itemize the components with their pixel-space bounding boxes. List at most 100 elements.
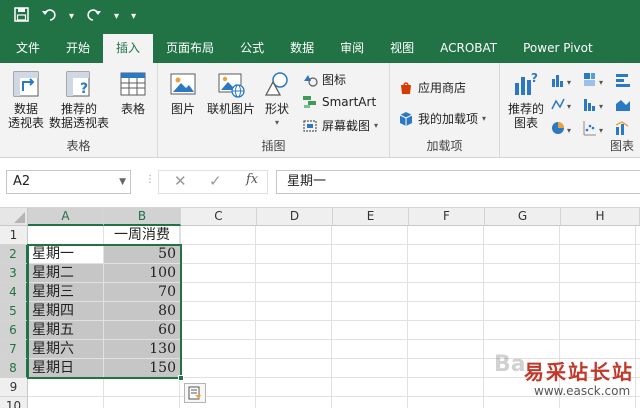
store-button[interactable]: 应用商店 [398, 79, 466, 96]
pivot-table-icon [13, 71, 39, 97]
column-header-a[interactable]: A [28, 208, 104, 226]
group-illustrations-label: 插图 [261, 139, 286, 153]
cell-a2[interactable]: 星期一 [28, 245, 104, 264]
name-box[interactable]: A2 ▼ [6, 170, 131, 194]
row-header-7[interactable]: 7 [0, 340, 28, 359]
group-tables: 数据 透视表 ? 推荐的 数据透视表 表格 表格 [0, 63, 158, 158]
row-header-1[interactable]: 1 [0, 226, 28, 245]
statistic-chart-icon[interactable]: ▾ [582, 95, 610, 113]
row-header-9[interactable]: 9 [0, 378, 28, 397]
formula-input[interactable]: 星期一 [276, 170, 640, 194]
my-addins-dropdown-icon: ▾ [482, 114, 487, 123]
tab-power-pivot[interactable]: Power Pivot [510, 34, 606, 63]
column-header-c[interactable]: C [181, 208, 257, 226]
redo-icon[interactable] [86, 0, 102, 34]
column-header-d[interactable]: D [257, 208, 333, 226]
svg-text:▾: ▾ [599, 78, 603, 87]
cell-b7[interactable]: 130 [104, 340, 181, 359]
tab-file[interactable]: 文件 [0, 34, 53, 63]
row-header-10[interactable]: 10 [0, 397, 28, 408]
cell-b8[interactable]: 150 [104, 359, 181, 378]
tab-page-layout[interactable]: 页面布局 [153, 34, 227, 63]
customize-quick-access-icon[interactable]: ▾ [131, 0, 136, 34]
group-charts-label: 图表 [609, 139, 634, 153]
insert-function-icon[interactable]: fx [246, 172, 258, 187]
formula-bar: A2 ▼ ⋮ ✕ ✓ fx 星期一 [0, 158, 640, 208]
fill-handle[interactable] [178, 375, 184, 381]
cell-a3[interactable]: 星期二 [28, 264, 104, 283]
svg-text:▾: ▾ [567, 126, 571, 135]
cell-b4[interactable]: 70 [104, 283, 181, 302]
area-chart-icon[interactable] [614, 95, 640, 113]
column-header-e[interactable]: E [333, 208, 409, 226]
row-header-3[interactable]: 3 [0, 264, 28, 283]
column-header-h[interactable]: H [561, 208, 640, 226]
row-header-6[interactable]: 6 [0, 321, 28, 340]
bar-chart-icon[interactable] [614, 71, 640, 89]
watermark: Ba 易采站长站 www.easck.com [494, 352, 640, 408]
select-all-corner[interactable] [0, 208, 28, 226]
row-header-2[interactable]: 2 [0, 245, 28, 264]
recommended-pivot-button[interactable]: ? 推荐的 数据透视表 [46, 69, 112, 130]
cell-b2[interactable]: 50 [104, 245, 181, 264]
undo-dropdown-icon[interactable]: ▾ [69, 0, 74, 34]
online-picture-button[interactable]: 联机图片 [204, 69, 258, 116]
quick-analysis-button[interactable] [184, 383, 206, 403]
pivot-table-button[interactable]: 数据 透视表 [4, 69, 48, 130]
column-header-g[interactable]: G [485, 208, 561, 226]
cell-a7[interactable]: 星期六 [28, 340, 104, 359]
row-header-5[interactable]: 5 [0, 302, 28, 321]
cell-a8[interactable]: 星期日 [28, 359, 104, 378]
icons-button[interactable]: 图标 [302, 71, 346, 88]
row-header-4[interactable]: 4 [0, 283, 28, 302]
shapes-label: 形状 [264, 102, 289, 116]
tab-home[interactable]: 开始 [53, 34, 103, 63]
cell-a5[interactable]: 星期四 [28, 302, 104, 321]
combo-chart-icon[interactable] [614, 119, 640, 137]
svg-text:▾: ▾ [599, 126, 603, 135]
enter-icon[interactable]: ✓ [209, 172, 222, 190]
tab-view[interactable]: 视图 [377, 34, 427, 63]
cell-b1[interactable]: 一周消费 [104, 226, 181, 245]
smartart-button[interactable]: SmartArt [302, 94, 376, 110]
cell-b3[interactable]: 100 [104, 264, 181, 283]
store-icon [401, 81, 411, 94]
online-picture-icon [218, 73, 245, 98]
tab-formulas[interactable]: 公式 [227, 34, 277, 63]
hierarchy-chart-icon[interactable]: ▾ [582, 71, 610, 89]
save-icon[interactable] [14, 0, 29, 34]
formula-bar-grip-icon[interactable]: ⋮ [145, 174, 155, 185]
pivot-table-label-1: 数据 [13, 102, 38, 116]
tab-review[interactable]: 审阅 [327, 34, 377, 63]
group-charts: ? 推荐的 图表 ▾ ▾ ▾ ▾ ▾ ▾ 图表 [500, 63, 640, 158]
column-header-b[interactable]: B [104, 208, 181, 226]
table-label: 表格 [120, 102, 145, 116]
tab-acrobat[interactable]: ACROBAT [427, 34, 510, 63]
my-addins-button[interactable]: 我的加载项 ▾ [398, 110, 486, 127]
table-button[interactable]: 表格 [114, 69, 152, 116]
cell-a1[interactable] [28, 226, 104, 245]
column-chart-icon[interactable]: ▾ [550, 71, 578, 89]
cell-b5[interactable]: 80 [104, 302, 181, 321]
cell-a4[interactable]: 星期三 [28, 283, 104, 302]
screenshot-button[interactable]: 屏幕截图 ▾ [302, 117, 378, 134]
redo-dropdown-icon[interactable]: ▾ [114, 0, 119, 34]
table-icon [120, 72, 146, 96]
picture-button[interactable]: 图片 [166, 69, 200, 116]
recommended-charts-button[interactable]: ? 推荐的 图表 [506, 69, 546, 130]
pie-chart-icon[interactable]: ▾ [550, 119, 578, 137]
my-addins-label: 我的加载项 [418, 112, 479, 126]
tab-insert[interactable]: 插入 [103, 34, 154, 63]
cell-a6[interactable]: 星期五 [28, 321, 104, 340]
cell-b6[interactable]: 60 [104, 321, 181, 340]
name-box-dropdown-icon[interactable]: ▼ [119, 171, 126, 193]
scatter-chart-icon[interactable]: ▾ [582, 119, 610, 137]
shapes-button[interactable]: 形状 ▾ [260, 69, 294, 130]
row-header-8[interactable]: 8 [0, 359, 28, 378]
tab-data[interactable]: 数据 [277, 34, 327, 63]
undo-icon[interactable] [41, 0, 57, 34]
line-chart-icon[interactable]: ▾ [550, 95, 578, 113]
column-header-f[interactable]: F [409, 208, 485, 226]
cancel-icon[interactable]: ✕ [174, 172, 187, 190]
picture-label: 图片 [170, 102, 195, 116]
